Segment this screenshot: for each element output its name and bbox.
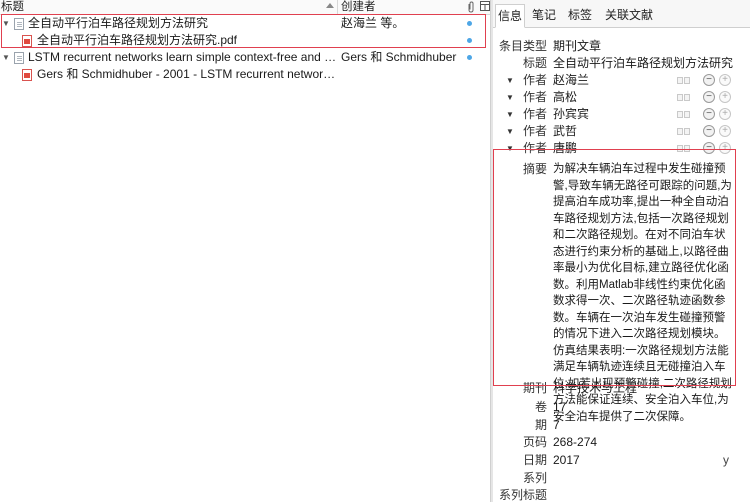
tab-info[interactable]: 信息 bbox=[495, 4, 525, 28]
swap-name-icon[interactable] bbox=[677, 94, 691, 101]
pages-value[interactable]: 268-274 bbox=[553, 434, 597, 451]
field-volume: 卷 17 bbox=[493, 399, 750, 416]
creator-type-dropdown-icon[interactable]: ▼ bbox=[506, 106, 514, 123]
field-pages: 页码 268-274 bbox=[493, 434, 750, 451]
column-picker-icon[interactable] bbox=[480, 1, 490, 16]
field-publication: 期刊 科学技术与工程 bbox=[493, 380, 750, 397]
field-author: ▼ 作者 高松 − + bbox=[493, 89, 750, 106]
field-label: 卷 bbox=[534, 400, 547, 414]
field-date: 日期 2017 y bbox=[493, 452, 750, 469]
field-label: 系列 bbox=[522, 471, 547, 485]
author-name[interactable]: 唐鹏 bbox=[553, 140, 577, 157]
attachment-dot-icon[interactable] bbox=[467, 38, 472, 43]
attachment-title: 全自动平行泊车路径规划方法研究.pdf bbox=[37, 33, 238, 47]
field-author: ▼ 作者 赵海兰 − + bbox=[493, 72, 750, 89]
item-pane-tabs: 信息 笔记 标签 关联文献 bbox=[493, 0, 750, 28]
field-label: 作者 bbox=[522, 73, 547, 87]
items-tree: ▼ 全自动平行泊车路径规划方法研究 赵海兰 等。 全自动平行泊车路径规划方法研究… bbox=[0, 15, 490, 83]
attachment-dot-icon[interactable] bbox=[467, 55, 472, 60]
attachment-dot-icon[interactable] bbox=[467, 21, 472, 26]
field-label: 作者 bbox=[522, 90, 547, 104]
item-creator: Gers 和 Schmidhuber bbox=[341, 50, 457, 64]
tab-notes[interactable]: 笔记 bbox=[528, 4, 560, 28]
field-issue: 期 7 bbox=[493, 417, 750, 434]
items-pane: 标题 创建者 ▼ 全自动平行泊车路径规划方法研究 赵海兰 等。 全自动平行泊车路… bbox=[0, 0, 490, 502]
creator-type-dropdown-icon[interactable]: ▼ bbox=[506, 123, 514, 140]
title-value[interactable]: 全自动平行泊车路径规划方法研究 bbox=[553, 55, 733, 72]
field-label: 标题 bbox=[522, 56, 547, 70]
creator-type-dropdown-icon[interactable]: ▼ bbox=[506, 89, 514, 106]
date-value[interactable]: 2017 bbox=[553, 452, 580, 469]
add-author-button[interactable]: + bbox=[719, 142, 731, 154]
item-row-parent[interactable]: ▼ LSTM recurrent networks learn simple c… bbox=[0, 49, 490, 66]
publication-value[interactable]: 科学技术与工程 bbox=[553, 380, 637, 397]
item-title: LSTM recurrent networks learn simple con… bbox=[28, 50, 340, 64]
chevron-down-icon[interactable]: ▼ bbox=[1, 49, 11, 66]
item-title: 全自动平行泊车路径规划方法研究 bbox=[28, 16, 209, 30]
add-author-button[interactable]: + bbox=[719, 108, 731, 120]
field-label: 日期 bbox=[522, 453, 547, 467]
field-label: 作者 bbox=[522, 107, 547, 121]
field-author: ▼ 作者 唐鹏 − + bbox=[493, 140, 750, 157]
field-author: ▼ 作者 孙宾宾 − + bbox=[493, 106, 750, 123]
field-label: 页码 bbox=[522, 435, 547, 449]
tab-related[interactable]: 关联文献 bbox=[599, 4, 659, 28]
field-label: 作者 bbox=[522, 141, 547, 155]
column-creator-header[interactable]: 创建者 bbox=[341, 0, 461, 15]
item-row-attachment[interactable]: 全自动平行泊车路径规划方法研究.pdf bbox=[0, 32, 490, 49]
field-item-type: 条目类型 期刊文章 bbox=[493, 38, 750, 55]
column-title-header[interactable]: 标题 bbox=[1, 0, 338, 15]
pdf-icon bbox=[22, 69, 32, 81]
volume-value[interactable]: 17 bbox=[553, 399, 566, 416]
swap-name-icon[interactable] bbox=[677, 111, 691, 118]
field-title: 标题 全自动平行泊车路径规划方法研究 bbox=[493, 55, 750, 72]
creator-type-dropdown-icon[interactable]: ▼ bbox=[506, 72, 514, 89]
chevron-down-icon[interactable]: ▼ bbox=[1, 15, 11, 32]
add-author-button[interactable]: + bbox=[719, 125, 731, 137]
field-label: 期 bbox=[534, 418, 547, 432]
field-label: 系列标题 bbox=[498, 488, 547, 502]
item-creator: 赵海兰 等。 bbox=[341, 16, 405, 30]
abstract-label: 摘要 bbox=[522, 162, 547, 176]
item-type-value[interactable]: 期刊文章 bbox=[553, 38, 601, 55]
remove-author-button[interactable]: − bbox=[703, 125, 715, 137]
remove-author-button[interactable]: − bbox=[703, 91, 715, 103]
item-row-parent[interactable]: ▼ 全自动平行泊车路径规划方法研究 赵海兰 等。 bbox=[0, 15, 490, 32]
field-series-title: 系列标题 bbox=[493, 487, 750, 502]
item-pane: 信息 笔记 标签 关联文献 条目类型 期刊文章 标题 全自动平行泊车路径规划方法… bbox=[493, 0, 750, 502]
field-label: 作者 bbox=[522, 124, 547, 138]
swap-name-icon[interactable] bbox=[677, 77, 691, 84]
author-name[interactable]: 武哲 bbox=[553, 123, 577, 140]
author-name[interactable]: 高松 bbox=[553, 89, 577, 106]
attachment-title: Gers 和 Schmidhuber - 2001 - LSTM recurre… bbox=[37, 67, 337, 81]
item-row-attachment[interactable]: Gers 和 Schmidhuber - 2001 - LSTM recurre… bbox=[0, 66, 490, 83]
field-label: 期刊 bbox=[522, 381, 547, 395]
swap-name-icon[interactable] bbox=[677, 145, 691, 152]
remove-author-button[interactable]: − bbox=[703, 108, 715, 120]
sort-ascending-icon bbox=[326, 3, 334, 8]
field-label: 条目类型 bbox=[498, 39, 547, 53]
field-series: 系列 bbox=[493, 470, 750, 487]
field-author: ▼ 作者 武哲 − + bbox=[493, 123, 750, 140]
tab-tags[interactable]: 标签 bbox=[564, 4, 596, 28]
pdf-icon bbox=[22, 35, 32, 47]
author-name[interactable]: 孙宾宾 bbox=[553, 106, 589, 123]
column-header: 标题 创建者 bbox=[0, 0, 490, 15]
add-author-button[interactable]: + bbox=[719, 91, 731, 103]
journal-article-icon bbox=[14, 18, 24, 30]
creator-type-dropdown-icon[interactable]: ▼ bbox=[506, 140, 514, 157]
paperclip-icon[interactable] bbox=[466, 1, 478, 16]
author-name[interactable]: 赵海兰 bbox=[553, 72, 589, 89]
remove-author-button[interactable]: − bbox=[703, 142, 715, 154]
remove-author-button[interactable]: − bbox=[703, 74, 715, 86]
swap-name-icon[interactable] bbox=[677, 128, 691, 135]
issue-value[interactable]: 7 bbox=[553, 417, 560, 434]
add-author-button[interactable]: + bbox=[719, 74, 731, 86]
date-format-indicator: y bbox=[723, 453, 729, 467]
journal-article-icon bbox=[14, 52, 24, 64]
